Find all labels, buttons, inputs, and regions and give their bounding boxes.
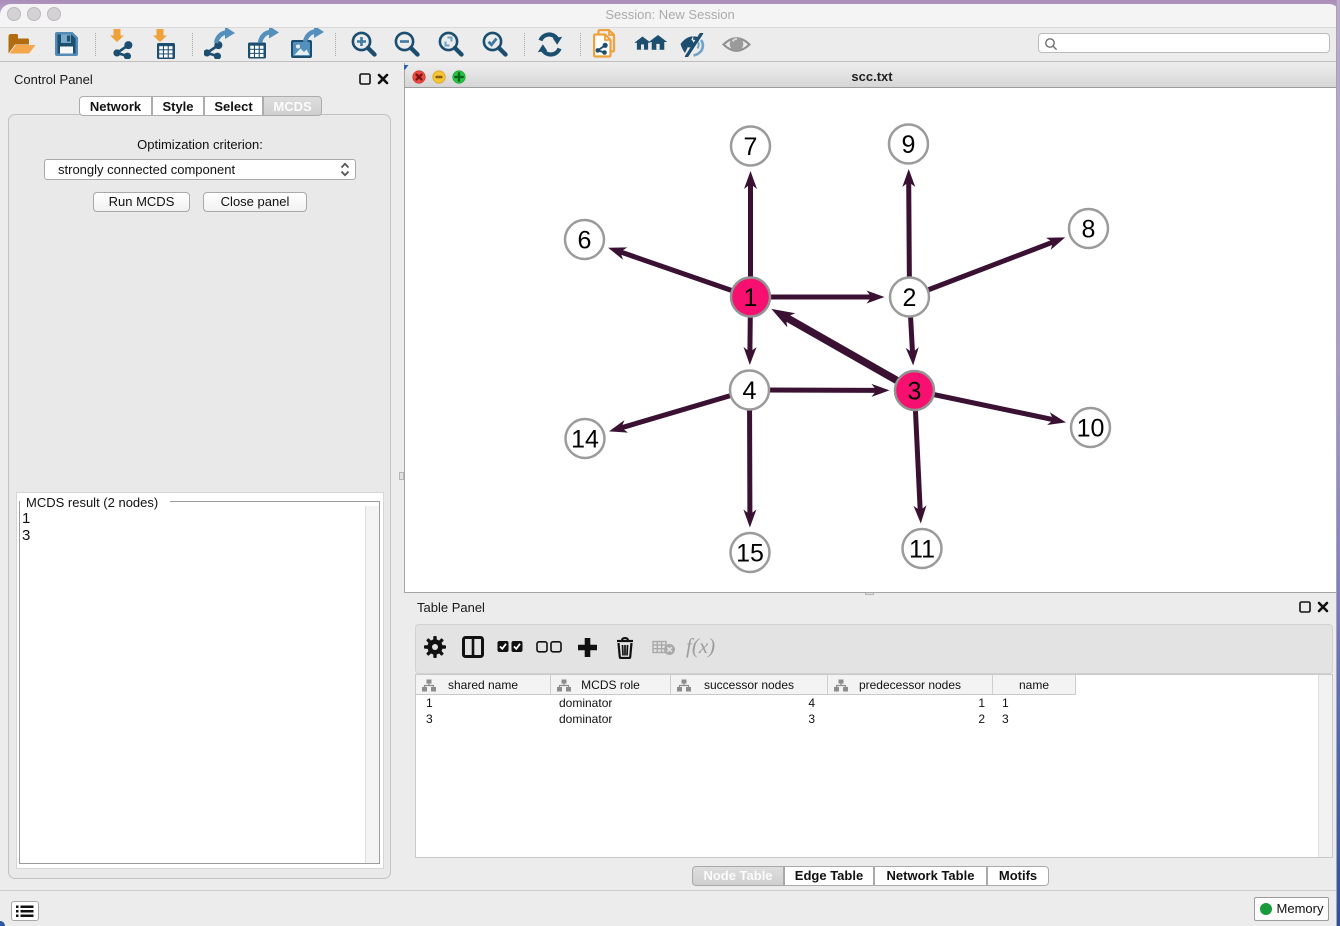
svg-text:6: 6	[578, 227, 592, 255]
svg-text:7: 7	[744, 133, 758, 161]
svg-text:2: 2	[903, 284, 917, 312]
svg-text:4: 4	[743, 377, 757, 405]
svg-text:10: 10	[1077, 415, 1105, 443]
svg-text:14: 14	[571, 426, 599, 454]
svg-text:8: 8	[1082, 216, 1096, 244]
svg-text:9: 9	[902, 131, 916, 159]
svg-text:1: 1	[744, 284, 758, 312]
svg-text:15: 15	[736, 540, 764, 568]
svg-text:3: 3	[908, 378, 922, 406]
svg-text:11: 11	[909, 536, 935, 564]
